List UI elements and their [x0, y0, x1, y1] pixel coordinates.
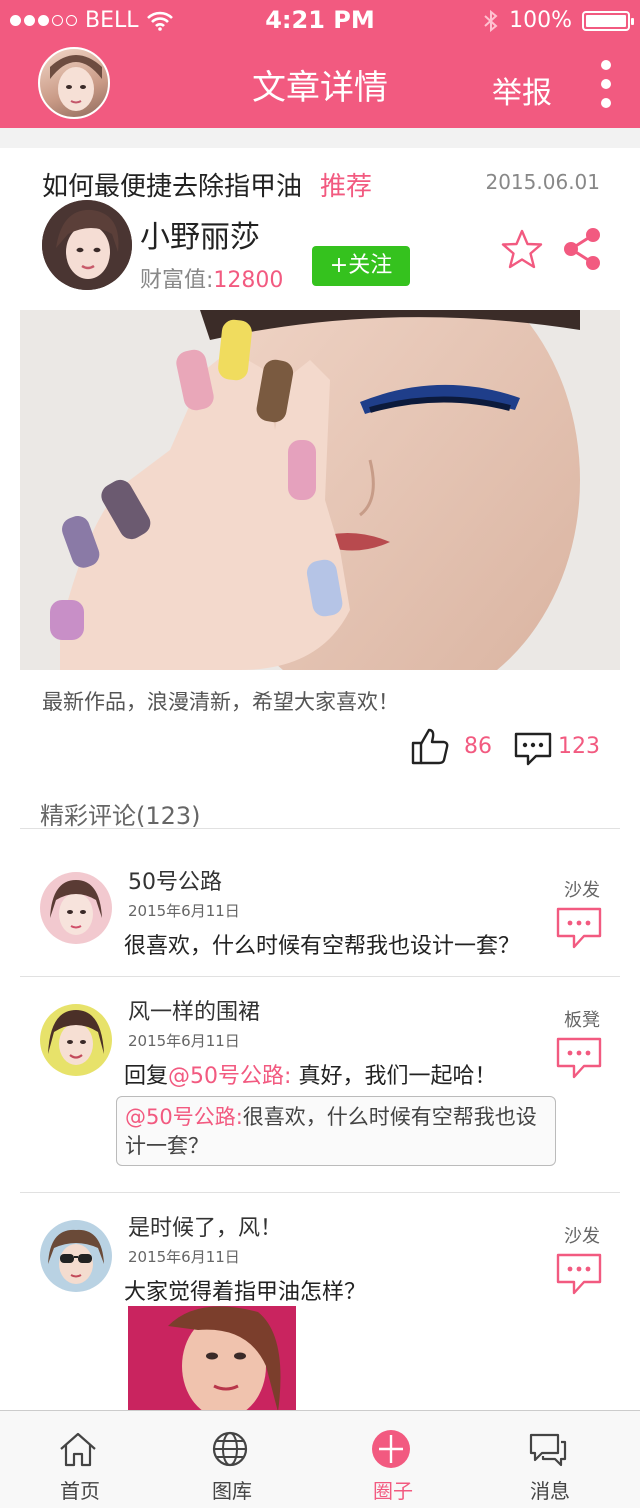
comment-photo[interactable] — [128, 1306, 296, 1412]
tab-label: 图库 — [212, 1479, 252, 1503]
reply-mention[interactable]: @50号公路: — [168, 1064, 291, 1089]
article-image[interactable] — [20, 310, 620, 670]
comments-section-title: 精彩评论(123) — [40, 802, 201, 830]
header-divider — [0, 128, 640, 148]
author-name[interactable]: 小野丽莎 — [140, 212, 260, 256]
comment-text: 回复@50号公路: 真好，我们一起哈！ — [124, 1058, 496, 1090]
tab-label: 首页 — [60, 1479, 100, 1503]
reply-prefix: 回复 — [124, 1064, 169, 1089]
comment-floor: 沙发 — [564, 880, 600, 901]
globe-icon — [212, 1431, 248, 1467]
comment-date: 2015年6月11日 — [128, 1248, 240, 1266]
article-date: 2015.06.01 — [485, 170, 600, 194]
tab-messages[interactable]: 消息 — [470, 1411, 630, 1508]
wealth-label: 财富值: — [140, 268, 214, 293]
article-description: 最新作品，浪漫清新，希望大家喜欢！ — [42, 690, 399, 714]
divider — [20, 828, 620, 829]
tab-label: 圈子 — [373, 1479, 413, 1503]
comment-text: 很喜欢，什么时候有空帮我也设计一套？ — [124, 934, 521, 959]
chat-icon — [529, 1433, 567, 1467]
tab-gallery[interactable]: 图库 — [152, 1411, 312, 1508]
comment-count: 123 — [558, 734, 600, 759]
divider — [20, 1192, 620, 1193]
status-right: 100% — [483, 8, 634, 33]
recommend-tag: 推荐 — [320, 172, 373, 202]
wealth-info: 财富值:12800 — [140, 262, 283, 294]
divider — [20, 976, 620, 977]
comment-date: 2015年6月11日 — [128, 902, 240, 920]
comment-avatar[interactable] — [40, 1220, 112, 1292]
star-icon[interactable] — [500, 228, 544, 272]
article-title: 如何最便捷去除指甲油 — [42, 172, 303, 202]
comment-avatar[interactable] — [40, 872, 112, 944]
quoted-comment: @50号公路:很喜欢，什么时候有空帮我也设计一套？ — [116, 1096, 556, 1166]
tab-circle[interactable]: 圈子 — [313, 1411, 473, 1508]
status-bar: BELL 4:21 PM 100% — [0, 0, 640, 40]
reply-icon[interactable] — [556, 1036, 602, 1080]
circle-plus-icon — [372, 1430, 410, 1468]
follow-button[interactable]: +关注 — [312, 246, 410, 286]
bluetooth-icon — [484, 9, 498, 32]
comment-icon[interactable] — [514, 730, 552, 768]
tab-bar: 首页 图库 圈子 消息 — [0, 1410, 640, 1508]
quote-mention[interactable]: @50号公路: — [125, 1105, 243, 1129]
comment-author[interactable]: 风一样的围裙 — [128, 994, 260, 1026]
wealth-value: 12800 — [213, 268, 284, 293]
comment-avatar[interactable] — [40, 1004, 112, 1076]
comment-floor: 板凳 — [564, 1010, 600, 1031]
home-icon — [60, 1432, 96, 1467]
comment-floor: 沙发 — [564, 1226, 600, 1247]
comment-author[interactable]: 50号公路 — [128, 864, 222, 896]
comment-author[interactable]: 是时候了，风！ — [128, 1210, 282, 1242]
comment-text: 大家觉得着指甲油怎样？ — [124, 1280, 367, 1305]
like-count: 86 — [464, 734, 492, 759]
author-avatar[interactable] — [42, 200, 132, 290]
share-icon[interactable] — [560, 226, 604, 272]
more-vertical-icon[interactable] — [598, 60, 614, 108]
battery-icon — [582, 10, 634, 31]
top-bar: BELL 4:21 PM 100% 文章详情 举报 — [0, 0, 640, 128]
reply-body: 真好，我们一起哈！ — [298, 1064, 497, 1089]
report-button[interactable]: 举报 — [492, 68, 552, 112]
comment-date: 2015年6月11日 — [128, 1032, 240, 1050]
reply-icon[interactable] — [556, 906, 602, 950]
tab-home[interactable]: 首页 — [0, 1411, 160, 1508]
tab-label: 消息 — [530, 1479, 570, 1503]
reply-icon[interactable] — [556, 1252, 602, 1296]
battery-percent: 100% — [509, 8, 572, 33]
thumbs-up-icon[interactable] — [410, 726, 450, 766]
